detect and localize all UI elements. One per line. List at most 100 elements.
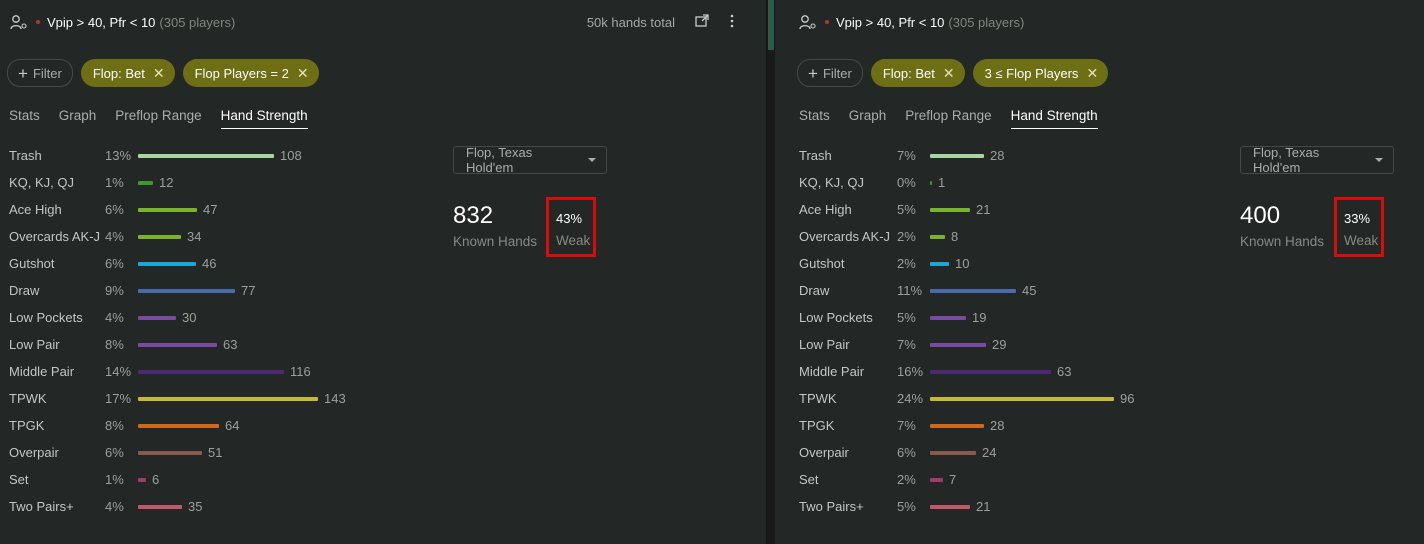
segment-name[interactable]: Vpip > 40, Pfr < 10 <box>836 15 944 30</box>
row-bar <box>930 154 984 158</box>
game-type-dropdown[interactable]: Flop, Texas Hold'em <box>1240 145 1394 175</box>
row-percentage: 14% <box>105 364 132 379</box>
row-count: 46 <box>202 256 217 271</box>
hand-strength-row[interactable]: Low Pockets 4% 30 <box>9 308 429 328</box>
chip-label: 3 ≤ Flop Players <box>984 65 1079 81</box>
hand-strength-row[interactable]: Trash 7% 28 <box>799 146 1219 166</box>
tab-stats[interactable]: Stats <box>9 108 40 129</box>
external-link-icon[interactable] <box>694 13 710 29</box>
row-count: 116 <box>290 364 311 379</box>
hand-strength-row[interactable]: Draw 9% 77 <box>9 281 429 301</box>
hand-strength-row[interactable]: KQ, KJ, QJ 1% 12 <box>9 173 429 193</box>
hand-strength-row[interactable]: Middle Pair 16% 63 <box>799 362 1219 382</box>
more-options-icon[interactable] <box>724 13 740 29</box>
close-icon[interactable]: ✕ <box>297 65 309 82</box>
row-label: Two Pairs+ <box>799 499 864 514</box>
segment-name[interactable]: Vpip > 40, Pfr < 10 <box>47 15 155 30</box>
hand-strength-row[interactable]: Low Pair 8% 63 <box>9 335 429 355</box>
row-label: KQ, KJ, QJ <box>799 175 865 190</box>
hand-strength-row[interactable]: Low Pockets 5% 19 <box>799 308 1219 328</box>
chevron-down-icon <box>588 158 596 162</box>
add-filter-button[interactable]: + Filter <box>797 59 863 87</box>
row-bar <box>138 316 176 320</box>
tab-hand-strength[interactable]: Hand Strength <box>220 108 308 129</box>
hand-strength-row[interactable]: Two Pairs+ 4% 35 <box>9 497 429 517</box>
filter-chip-flop-bet[interactable]: Flop: Bet ✕ <box>80 59 175 87</box>
chevron-down-icon <box>1375 158 1383 162</box>
dropdown-value: Flop, Texas Hold'em <box>466 145 533 175</box>
hand-strength-row[interactable]: Set 1% 6 <box>9 470 429 490</box>
row-label: TPGK <box>9 418 45 433</box>
filter-chip-flop-bet[interactable]: Flop: Bet ✕ <box>870 59 965 87</box>
row-label: TPWK <box>9 391 47 406</box>
filter-chip-flop-players[interactable]: 3 ≤ Flop Players ✕ <box>972 59 1109 87</box>
add-filter-button[interactable]: + Filter <box>7 59 73 87</box>
filter-chip-flop-players[interactable]: Flop Players = 2 ✕ <box>182 59 319 87</box>
row-label: Set <box>799 472 819 487</box>
dropdown-value: Flop, Texas Hold'em <box>1253 145 1320 175</box>
hand-strength-row[interactable]: TPGK 8% 64 <box>9 416 429 436</box>
known-hands-label: Known Hands <box>453 234 538 249</box>
row-bar <box>138 235 181 239</box>
row-bar <box>138 451 202 455</box>
row-label: Gutshot <box>9 256 55 271</box>
hand-strength-row[interactable]: Overpair 6% 51 <box>9 443 429 463</box>
panel-right: Vpip > 40, Pfr < 10 (305 players) + Filt… <box>775 0 1424 544</box>
row-percentage: 24% <box>897 391 924 406</box>
row-label: Middle Pair <box>9 364 75 379</box>
row-count: 63 <box>223 337 238 352</box>
hand-strength-row[interactable]: Overcards AK-J 2% 8 <box>799 227 1219 247</box>
tab-graph[interactable]: Graph <box>849 108 887 129</box>
row-count: 21 <box>976 202 991 217</box>
close-icon[interactable]: ✕ <box>153 65 165 82</box>
tab-graph[interactable]: Graph <box>59 108 97 129</box>
row-count: 10 <box>955 256 970 271</box>
scrollbar-thumb[interactable] <box>768 0 774 50</box>
row-count: 8 <box>951 229 959 244</box>
close-icon[interactable]: ✕ <box>1086 65 1098 82</box>
weak-highlight-box: 43% Weak <box>546 197 596 257</box>
hand-strength-row[interactable]: Draw 11% 45 <box>799 281 1219 301</box>
hand-strength-row[interactable]: KQ, KJ, QJ 0% 1 <box>799 173 1219 193</box>
row-percentage: 2% <box>897 472 916 487</box>
hand-strength-row[interactable]: Overpair 6% 24 <box>799 443 1219 463</box>
hand-strength-row[interactable]: Set 2% 7 <box>799 470 1219 490</box>
hand-strength-row[interactable]: TPWK 24% 96 <box>799 389 1219 409</box>
hand-strength-row[interactable]: Low Pair 7% 29 <box>799 335 1219 355</box>
tab-hand-strength[interactable]: Hand Strength <box>1010 108 1098 129</box>
hand-strength-row[interactable]: Trash 13% 108 <box>9 146 429 166</box>
row-label: Overcards AK-J <box>799 229 891 244</box>
row-count: 108 <box>280 148 302 163</box>
hand-strength-row[interactable]: TPGK 7% 28 <box>799 416 1219 436</box>
hand-strength-row[interactable]: Two Pairs+ 5% 21 <box>799 497 1219 517</box>
row-bar <box>930 181 932 185</box>
row-count: 35 <box>188 499 203 514</box>
hand-strength-row[interactable]: Overcards AK-J 4% 34 <box>9 227 429 247</box>
hand-strength-row[interactable]: Ace High 5% 21 <box>799 200 1219 220</box>
row-percentage: 16% <box>897 364 924 379</box>
row-percentage: 7% <box>897 337 916 352</box>
tab-preflop-range[interactable]: Preflop Range <box>115 108 201 129</box>
segment-header: Vpip > 40, Pfr < 10 (305 players) <box>10 13 235 31</box>
row-label: TPWK <box>799 391 837 406</box>
hand-strength-row[interactable]: Ace High 6% 47 <box>9 200 429 220</box>
close-icon[interactable]: ✕ <box>943 65 955 82</box>
hand-strength-row[interactable]: Gutshot 2% 10 <box>799 254 1219 274</box>
weak-label: Weak <box>556 233 591 248</box>
tab-stats[interactable]: Stats <box>799 108 830 129</box>
game-type-dropdown[interactable]: Flop, Texas Hold'em <box>453 145 607 175</box>
hand-strength-row[interactable]: Gutshot 6% 46 <box>9 254 429 274</box>
user-settings-icon[interactable] <box>799 14 817 30</box>
row-count: 64 <box>225 418 240 433</box>
row-label: Draw <box>799 283 830 298</box>
row-label: Low Pair <box>799 337 850 352</box>
hand-strength-row[interactable]: TPWK 17% 143 <box>9 389 429 409</box>
tab-bar: Stats Graph Preflop Range Hand Strength <box>799 108 1117 129</box>
tab-preflop-range[interactable]: Preflop Range <box>905 108 991 129</box>
user-settings-icon[interactable] <box>10 14 28 30</box>
row-label: Draw <box>9 283 40 298</box>
row-count: 30 <box>182 310 197 325</box>
row-count: 45 <box>1022 283 1037 298</box>
hand-strength-row[interactable]: Middle Pair 14% 116 <box>9 362 429 382</box>
panel-divider[interactable] <box>766 0 775 544</box>
